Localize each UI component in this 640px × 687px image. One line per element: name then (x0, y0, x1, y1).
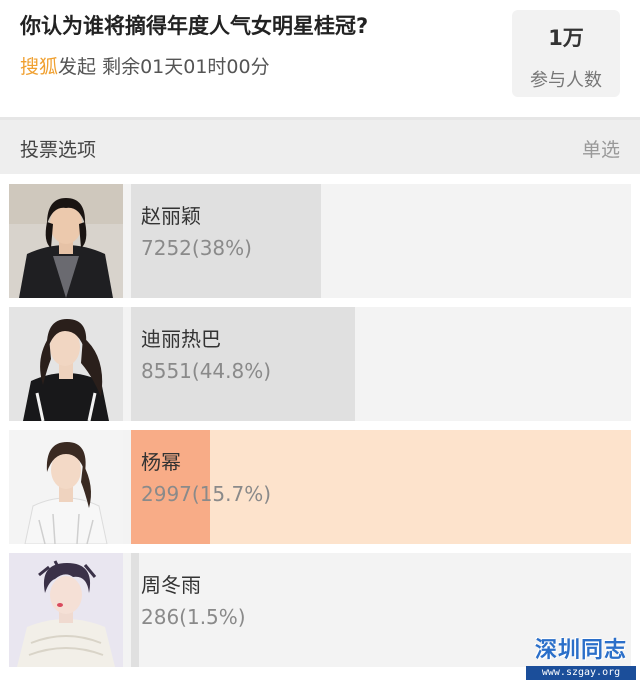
watermark-url: www.szgay.org (526, 666, 636, 680)
vote-option[interactable]: 赵丽颖 7252(38%) (9, 184, 631, 298)
candidate-name: 赵丽颖 (141, 204, 201, 228)
vote-bar-fill (131, 553, 139, 667)
candidate-photo (9, 553, 123, 667)
site-watermark: 深圳同志 www.szgay.org (526, 638, 636, 684)
initiator-link[interactable]: 搜狐 (20, 56, 58, 78)
candidate-photo (9, 307, 123, 421)
vote-option[interactable]: 杨幂 2997(15.7%) (9, 430, 631, 544)
candidate-name: 周冬雨 (141, 573, 201, 597)
candidate-votes: 2997(15.7%) (141, 482, 272, 506)
candidate-name: 迪丽热巴 (141, 327, 221, 351)
candidate-votes: 8551(44.8%) (141, 359, 272, 383)
vote-option[interactable]: 迪丽热巴 8551(44.8%) (9, 307, 631, 421)
candidate-votes: 7252(38%) (141, 236, 252, 260)
candidate-name: 杨幂 (141, 450, 181, 474)
participants-count: 1万 (548, 26, 584, 50)
vote-options-header: 投票选项 单选 (0, 120, 640, 174)
participants-box: 1万 参与人数 (512, 10, 620, 97)
participants-label: 参与人数 (530, 70, 602, 91)
time-remaining: 剩余01天01时00分 (102, 56, 270, 78)
poll-meta: 搜狐发起 剩余01天01时00分 (20, 52, 270, 79)
poll-question: 你认为谁将摘得年度人气女明星桂冠? (20, 14, 369, 38)
candidate-votes: 286(1.5%) (141, 605, 246, 629)
poll-header: 你认为谁将摘得年度人气女明星桂冠? 搜狐发起 剩余01天01时00分 1万 参与… (0, 0, 640, 117)
candidate-photo (9, 184, 123, 298)
vote-mode-label: 单选 (581, 139, 620, 161)
initiator-suffix: 发起 (58, 56, 97, 78)
vote-options-label: 投票选项 (20, 139, 97, 161)
watermark-title: 深圳同志 (534, 638, 627, 663)
candidate-photo (9, 430, 123, 544)
